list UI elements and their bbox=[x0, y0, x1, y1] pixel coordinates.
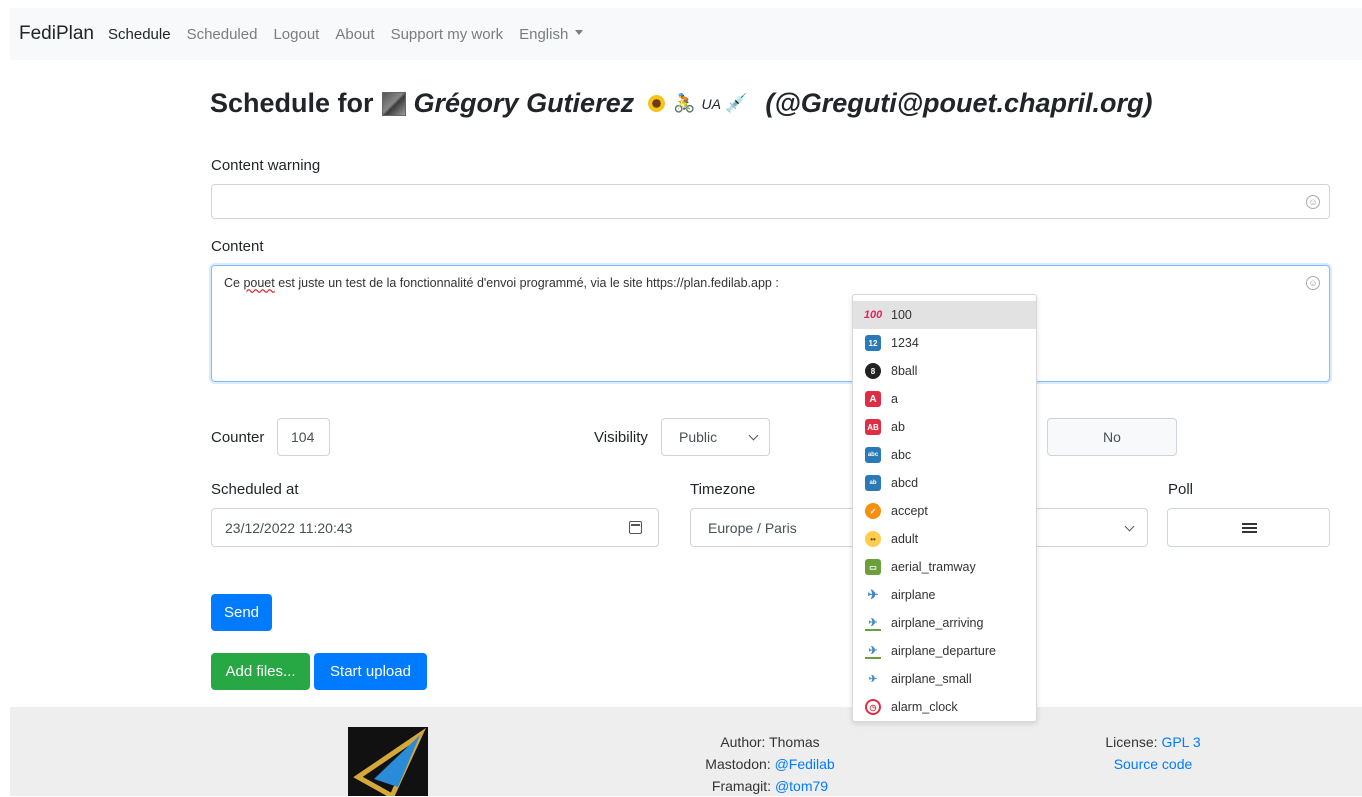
poll-icon bbox=[1242, 523, 1257, 533]
sensitive-value: No bbox=[1103, 429, 1121, 445]
emoji-option[interactable]: ▭ aerial_tramway bbox=[853, 553, 1036, 581]
content-warning-label: Content warning bbox=[211, 157, 321, 174]
poll-label: Poll bbox=[1168, 481, 1194, 498]
counter-field: 104 bbox=[277, 418, 330, 456]
emoji-option[interactable]: ✓ accept bbox=[853, 497, 1036, 525]
start-upload-button[interactable]: Start upload bbox=[314, 653, 427, 690]
scheduled-at-label: Scheduled at bbox=[211, 481, 299, 498]
emoji-picker-icon[interactable]: ☺ bbox=[1306, 276, 1320, 290]
nav-scheduled[interactable]: Scheduled bbox=[187, 26, 258, 43]
accept-icon: ✓ bbox=[865, 503, 881, 519]
emoji-autocomplete-dropdown: 100 100 12 1234 8 8ball Aa AB ab abc abc ab ab… bbox=[852, 294, 1037, 722]
mastodon-link[interactable]: @Fedilab bbox=[775, 756, 835, 772]
small-airplane-icon: ✈ bbox=[868, 673, 878, 685]
sunflower-icon bbox=[648, 95, 666, 112]
framagit-link[interactable]: @tom79 bbox=[775, 778, 828, 794]
add-files-button[interactable]: Add files... bbox=[211, 653, 310, 690]
framagit-label: Framagit: bbox=[711, 778, 772, 794]
emoji-option[interactable]: 12 1234 bbox=[853, 329, 1036, 357]
emoji-option[interactable]: ✈ airplane bbox=[853, 581, 1036, 609]
emoji-option[interactable]: abc abc bbox=[853, 441, 1036, 469]
emoji-option[interactable]: ab abcd bbox=[853, 469, 1036, 497]
nav-schedule[interactable]: Schedule bbox=[108, 26, 171, 43]
footer: Author: Thomas Mastodon: @Fedilab Framag… bbox=[10, 707, 1362, 796]
timezone-value: Europe / Paris bbox=[708, 519, 797, 536]
hundred-points-icon: 100 bbox=[863, 309, 883, 321]
send-button[interactable]: Send bbox=[211, 594, 272, 631]
emoji-option[interactable]: ◷ alarm_clock bbox=[853, 693, 1036, 721]
airplane-icon: ✈ bbox=[867, 587, 879, 602]
content-warning-input[interactable]: ☺ bbox=[211, 184, 1330, 219]
emoji-option[interactable]: ✈ airplane_small bbox=[853, 665, 1036, 693]
sensitive-toggle[interactable]: No bbox=[1047, 418, 1177, 456]
emoji-picker-icon[interactable]: ☺ bbox=[1306, 195, 1320, 209]
author-text: Author: Thomas bbox=[720, 734, 820, 750]
counter-value: 104 bbox=[291, 429, 315, 445]
scheduled-at-input[interactable]: 23/12/2022 11:20:43 bbox=[211, 508, 659, 547]
airplane-arriving-icon: ✈ bbox=[865, 615, 881, 631]
nav-about[interactable]: About bbox=[335, 26, 374, 43]
emoji-option[interactable]: 100 100 bbox=[853, 301, 1036, 329]
account-name: Grégory Gutierez bbox=[413, 88, 635, 118]
chevron-down-icon bbox=[748, 430, 759, 441]
brand[interactable]: FediPlan bbox=[19, 23, 94, 45]
nav-support[interactable]: Support my work bbox=[391, 26, 504, 43]
caret-down-icon bbox=[575, 30, 584, 36]
navbar: FediPlan Schedule Scheduled Logout About… bbox=[10, 8, 1362, 60]
syringe-icon: 💉 bbox=[724, 93, 748, 113]
page-title: Schedule for Grégory Gutierez 🚴 UA 💉 (@G… bbox=[210, 88, 1153, 119]
input-latin-letters-icon: abc bbox=[865, 447, 881, 463]
alarm-clock-icon: ◷ bbox=[865, 699, 881, 715]
counter-label: Counter bbox=[211, 429, 265, 446]
calendar-icon[interactable] bbox=[629, 521, 642, 534]
ua-text: UA bbox=[701, 95, 721, 112]
poll-button[interactable] bbox=[1167, 508, 1330, 547]
bicycle-icon: 🚴 bbox=[673, 93, 696, 113]
adult-face-icon: •• bbox=[865, 531, 881, 547]
mastodon-label: Mastodon: bbox=[705, 756, 771, 772]
footer-license-col: License: GPL 3 Source code bbox=[1078, 731, 1228, 775]
nav-logout[interactable]: Logout bbox=[273, 26, 319, 43]
emoji-option[interactable]: •• adult bbox=[853, 525, 1036, 553]
language-dropdown[interactable]: English bbox=[519, 25, 584, 43]
airplane-departure-icon: ✈ bbox=[865, 643, 881, 659]
emoji-option[interactable]: Aa bbox=[853, 385, 1036, 413]
timezone-label: Timezone bbox=[690, 481, 756, 498]
a-button-icon: A bbox=[865, 391, 881, 407]
aerial-tramway-icon: ▭ bbox=[865, 559, 881, 575]
content-text: Ce pouet est juste un test de la fonctio… bbox=[224, 276, 779, 290]
misspelled-word: pouet bbox=[243, 276, 275, 290]
ab-button-icon: AB bbox=[865, 419, 881, 435]
input-numbers-icon: 12 bbox=[865, 335, 881, 351]
pool-8-ball-icon: 8 bbox=[865, 363, 881, 379]
language-label: English bbox=[519, 25, 569, 43]
scheduled-at-value: 23/12/2022 11:20:43 bbox=[225, 519, 353, 536]
emoji-option[interactable]: AB ab bbox=[853, 413, 1036, 441]
emoji-option[interactable]: ✈ airplane_arriving bbox=[853, 609, 1036, 637]
avatar bbox=[381, 91, 406, 116]
license-link[interactable]: GPL 3 bbox=[1161, 734, 1200, 750]
visibility-label: Visibility bbox=[594, 429, 648, 446]
visibility-value: Public bbox=[679, 429, 718, 445]
content-textarea[interactable]: Ce pouet est juste un test de la fonctio… bbox=[211, 265, 1330, 382]
content-label: Content bbox=[211, 238, 264, 255]
emoji-option[interactable]: 8 8ball bbox=[853, 357, 1036, 385]
visibility-select[interactable]: Public bbox=[661, 418, 770, 456]
footer-author-col: Author: Thomas Mastodon: @Fedilab Framag… bbox=[685, 731, 855, 797]
account-handle: (@Greguti@pouet.chapril.org) bbox=[765, 88, 1153, 118]
fedilab-logo bbox=[348, 727, 428, 796]
license-label: License: bbox=[1105, 734, 1158, 750]
input-latin-lowercase-icon: ab bbox=[865, 475, 881, 491]
emoji-option[interactable]: ✈ airplane_departure bbox=[853, 637, 1036, 665]
title-prefix: Schedule for bbox=[210, 88, 374, 118]
chevron-down-icon bbox=[1124, 521, 1135, 532]
source-code-link[interactable]: Source code bbox=[1078, 753, 1228, 775]
